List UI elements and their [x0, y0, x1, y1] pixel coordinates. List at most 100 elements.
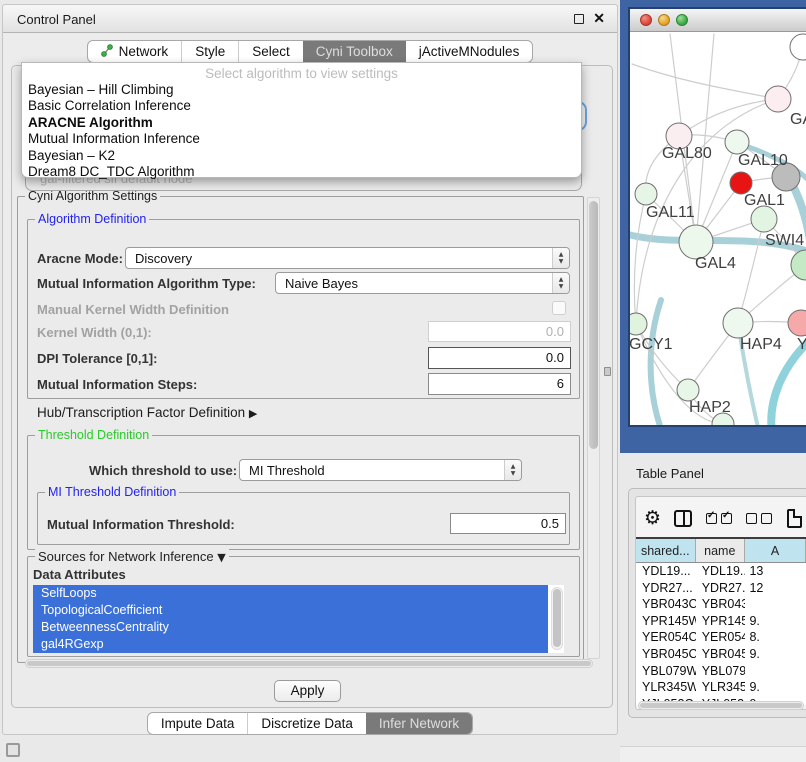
table-cell: YBL079W	[696, 663, 746, 680]
table-cell: YBL079W	[636, 663, 696, 680]
network-edge[interactable]	[636, 324, 688, 390]
dropdown-item[interactable]: Mutual Information Inference	[22, 131, 581, 147]
mi-type-combo[interactable]: Naive Bayes ▲▼	[275, 272, 570, 294]
table-row[interactable]: YBR045CYBR045C9.	[636, 646, 806, 663]
tab-network[interactable]: Network	[88, 41, 182, 62]
table-cell: YER054C	[696, 629, 746, 646]
network-node[interactable]	[790, 34, 806, 60]
sources-title[interactable]: Sources for Network Inference ▼	[35, 549, 229, 564]
bottom-tabbar: Impute Data Discretize Data Infer Networ…	[3, 712, 617, 735]
hub-definition-expander[interactable]: Hub/Transcription Factor Definition ▶	[37, 405, 257, 420]
network-edge[interactable]	[651, 300, 662, 425]
network-edge[interactable]	[632, 64, 778, 99]
tab-style[interactable]: Style	[181, 41, 238, 62]
tab-impute-data[interactable]: Impute Data	[148, 713, 248, 734]
network-node-label: GAL4	[695, 255, 736, 272]
table-header-row: shared... name A	[636, 539, 806, 563]
table-cell: YBR045C	[636, 646, 696, 663]
close-traffic-light[interactable]	[640, 14, 652, 26]
table-row[interactable]: YBL079WYBL079W	[636, 663, 806, 680]
network-node[interactable]	[730, 172, 752, 194]
table-cell: 12	[745, 580, 806, 597]
minimize-traffic-light[interactable]	[658, 14, 670, 26]
dropdown-item-highlighted[interactable]: ARACNE Algorithm	[22, 115, 581, 131]
dropdown-item[interactable]: Bayesian – Hill Climbing	[22, 82, 581, 98]
zoom-traffic-light[interactable]	[676, 14, 688, 26]
dropdown-placeholder: Select algorithm to view settings	[22, 65, 581, 82]
chevron-down-icon: ▼	[217, 551, 225, 564]
column-header-name[interactable]: name	[696, 539, 745, 562]
select-all-columns-icon[interactable]	[706, 513, 732, 524]
dropdown-item[interactable]: Bayesian – K2	[22, 148, 581, 164]
network-node[interactable]	[679, 225, 713, 259]
table-horizontal-scrollbar[interactable]	[638, 701, 804, 710]
column-header-partial[interactable]: A	[745, 539, 806, 562]
aracne-mode-combo[interactable]: Discovery ▲▼	[125, 247, 570, 269]
close-icon[interactable]: ✕	[593, 10, 605, 27]
dropdown-item[interactable]: Dream8 DC_TDC Algorithm	[22, 164, 581, 180]
table-cell: YDL19...	[636, 563, 696, 580]
apply-button[interactable]: Apply	[274, 680, 341, 702]
control-panel-window: Control Panel ✕ Network Style Select Cyn…	[2, 4, 618, 735]
tab-select[interactable]: Select	[238, 41, 303, 62]
mi-type-value: Naive Bayes	[285, 276, 358, 291]
network-canvas[interactable]: GALGAL80GAL10GAL1GAL11SWI4GAL4GCY1HAP4YH…	[630, 32, 806, 425]
network-node[interactable]	[635, 183, 657, 205]
table-cell: YLR345W	[696, 679, 746, 696]
stepper-arrows-icon: ▲▼	[504, 460, 521, 480]
attribute-item-selected[interactable]: gal4RGexp	[33, 636, 548, 653]
table-row[interactable]: YER054CYER054C8.	[636, 629, 806, 646]
network-node[interactable]	[765, 86, 791, 112]
float-window-icon[interactable]	[574, 14, 584, 24]
network-node[interactable]	[725, 130, 749, 154]
network-node[interactable]	[788, 310, 806, 336]
show-columns-icon[interactable]	[674, 510, 692, 527]
table-cell: YBR043C	[636, 596, 696, 613]
mi-steps-field[interactable]: 6	[428, 373, 571, 395]
gear-icon[interactable]: ⚙	[644, 507, 661, 529]
manual-kernel-checkbox[interactable]	[552, 301, 566, 315]
network-edge[interactable]	[738, 219, 764, 323]
dropdown-item[interactable]: Basic Correlation Inference	[22, 98, 581, 114]
table-row[interactable]: YDL19...YDL19...13	[636, 563, 806, 580]
attribute-item-selected[interactable]: SelfLoops	[33, 585, 548, 602]
network-node[interactable]	[723, 308, 753, 338]
attribute-item-selected[interactable]: BetweennessCentrality	[33, 619, 548, 636]
column-header-shared-name[interactable]: shared...	[636, 539, 696, 562]
table-row[interactable]: YBR043CYBR043C	[636, 596, 806, 613]
kernel-width-field[interactable]: 0.0	[428, 321, 571, 342]
attribute-item-selected[interactable]: TopologicalCoefficient	[33, 602, 548, 619]
settings-vertical-scrollbar[interactable]	[587, 197, 600, 659]
manual-kernel-label: Manual Kernel Width Definition	[37, 302, 229, 317]
table-row[interactable]: YDR27...YDR27...12	[636, 580, 806, 597]
stepper-arrows-icon: ▲▼	[552, 248, 569, 268]
mi-threshold-field[interactable]: 0.5	[450, 513, 566, 534]
tab-discretize-data[interactable]: Discretize Data	[247, 713, 366, 734]
tab-jactivemnodules[interactable]: jActiveMNodules	[406, 41, 533, 62]
network-node[interactable]	[630, 313, 647, 335]
which-threshold-label: Which threshold to use:	[89, 463, 237, 478]
dpi-tolerance-field[interactable]: 0.0	[428, 347, 571, 369]
table-panel-title: Table Panel	[636, 466, 704, 481]
mi-threshold-title: MI Threshold Definition	[45, 485, 179, 499]
table-row[interactable]: YLR345WYLR345W9.	[636, 679, 806, 696]
which-threshold-combo[interactable]: MI Threshold ▲▼	[239, 459, 522, 481]
mi-steps-label: Mutual Information Steps:	[37, 377, 197, 392]
tab-label: Network	[119, 44, 169, 59]
network-node[interactable]	[677, 379, 699, 401]
network-edge[interactable]	[634, 194, 646, 324]
aracne-mode-value: Discovery	[135, 251, 192, 266]
list-vertical-scrollbar[interactable]	[551, 587, 563, 650]
which-threshold-value: MI Threshold	[249, 463, 325, 478]
collapsed-panel-icon[interactable]	[6, 743, 20, 757]
table-row[interactable]: YPR145WYPR145W9.	[636, 613, 806, 630]
panel-splitter-handle[interactable]	[604, 367, 611, 376]
network-window-titlebar[interactable]	[630, 9, 806, 32]
network-node[interactable]	[751, 206, 777, 232]
tab-cyni-toolbox[interactable]: Cyni Toolbox	[303, 41, 406, 62]
table-cell: 9.	[745, 679, 806, 696]
unselect-all-columns-icon[interactable]	[746, 513, 772, 524]
settings-horizontal-scrollbar[interactable]	[25, 659, 593, 668]
tab-infer-network[interactable]: Infer Network	[366, 713, 472, 734]
export-table-icon[interactable]	[787, 509, 802, 528]
